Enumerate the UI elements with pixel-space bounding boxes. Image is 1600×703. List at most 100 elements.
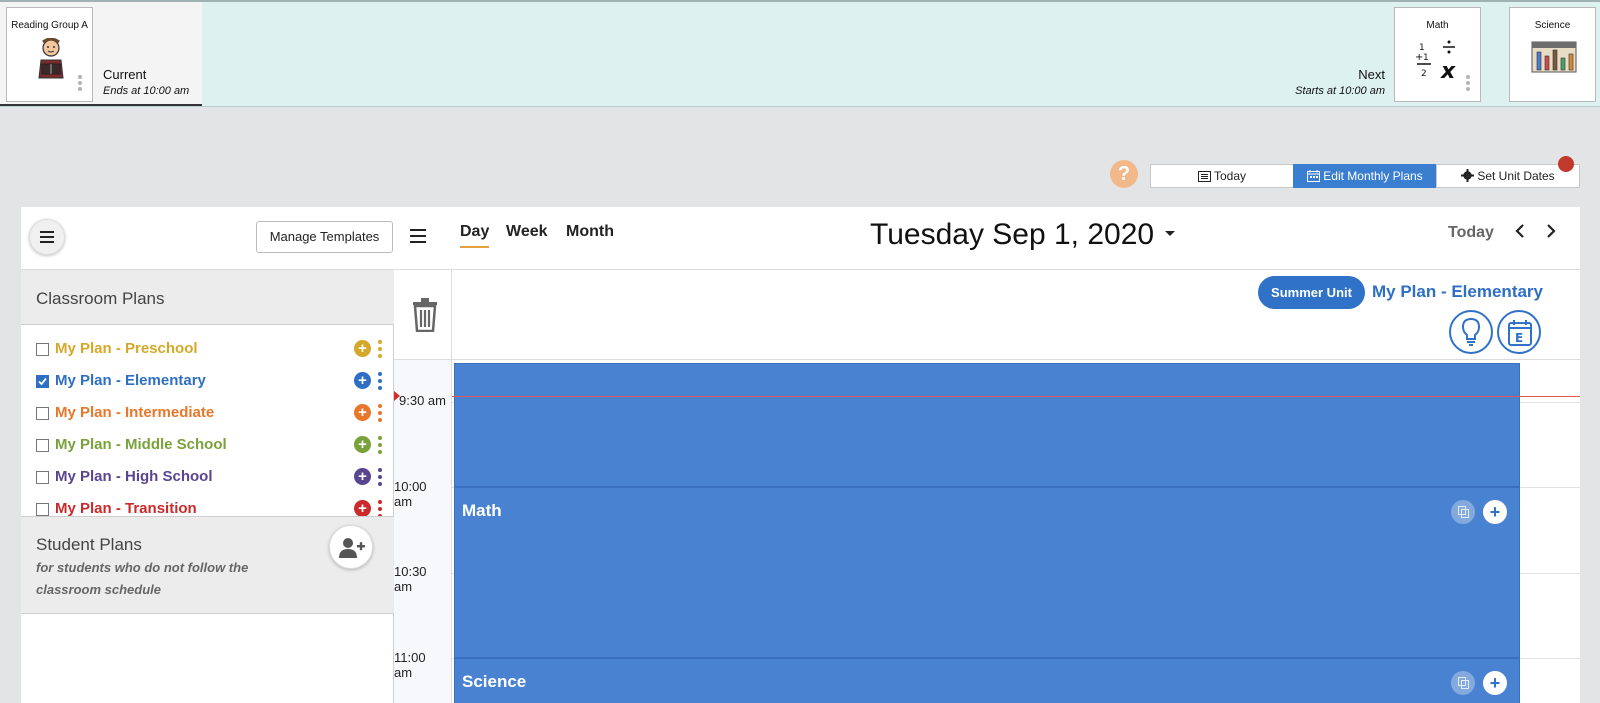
gear-icon [1461, 169, 1475, 182]
calendar-e-icon: E [1508, 320, 1532, 346]
add-plan-activity-icon[interactable]: + [354, 372, 371, 389]
classroom-plans-title: Classroom Plans [36, 289, 165, 308]
time-label: 9:30 am [399, 393, 446, 408]
add-plan-activity-icon[interactable]: + [354, 340, 371, 357]
manage-templates-button[interactable]: Manage Templates [256, 221, 393, 253]
math-symbols-icon: 1 + 1 2 x [1415, 40, 1456, 82]
menu-icon[interactable] [410, 229, 426, 243]
calendar-icon [1307, 170, 1321, 182]
upcoming-card-title: Science [1534, 20, 1571, 31]
current-time-line [452, 396, 1580, 397]
add-plan-activity-icon[interactable]: + [354, 468, 371, 485]
tab-month[interactable]: Month [566, 223, 614, 241]
copy-event-button[interactable] [1451, 671, 1475, 695]
event-title: Science [462, 672, 527, 691]
today-view-button[interactable]: Today [1150, 164, 1294, 188]
plan-options-icon[interactable] [378, 372, 382, 390]
plan-name[interactable]: My Plan - Preschool [55, 340, 198, 357]
list-icon [1197, 171, 1211, 182]
add-user-icon [339, 538, 365, 558]
ideas-button[interactable] [1449, 310, 1493, 354]
current-card-title: Reading Group A [11, 20, 88, 31]
plan-column-header: Summer Unit My Plan - Elementary E [452, 270, 1580, 360]
lightbulb-icon [1462, 318, 1480, 346]
add-plan-activity-icon[interactable]: + [354, 500, 371, 517]
tab-day[interactable]: Day [460, 223, 490, 248]
upcoming-activity-card[interactable]: Science [1509, 7, 1596, 102]
trash-icon [413, 298, 437, 332]
planner-panel: Manage Templates Day Week Month Tuesday … [21, 207, 1580, 703]
current-end-time: Ends at 10:00 am [103, 85, 190, 97]
plan-name[interactable]: My Plan - Elementary [55, 372, 206, 389]
plan-checkbox[interactable] [36, 503, 49, 516]
caret-down-icon[interactable] [1164, 230, 1176, 238]
event-block-reading[interactable] [454, 363, 1520, 487]
time-label: 11:00 am [394, 650, 426, 680]
chevron-left-icon[interactable] [1514, 223, 1526, 239]
plan-row[interactable]: My Plan - Preschool + [36, 338, 382, 360]
plan-row[interactable]: My Plan - High School + [36, 466, 382, 488]
trash-drop-zone[interactable] [394, 270, 452, 360]
current-card-menu[interactable] [78, 75, 82, 95]
edit-monthly-plans-button[interactable]: Edit Monthly Plans [1293, 164, 1437, 188]
chevron-right-icon[interactable] [1545, 223, 1557, 239]
science-lab-icon [1531, 41, 1577, 73]
edit-monthly-plans-label: Edit Monthly Plans [1323, 169, 1423, 183]
next-activity-card[interactable]: Math 1 + 1 2 x [1394, 7, 1481, 102]
plan-name[interactable]: My Plan - Transition [55, 500, 197, 517]
add-activity-button[interactable]: + [1483, 671, 1507, 695]
plan-options-icon[interactable] [378, 436, 382, 454]
set-unit-dates-label: Set Unit Dates [1477, 169, 1555, 183]
event-block-math[interactable]: Math + [454, 487, 1520, 658]
plan-name[interactable]: My Plan - High School [55, 468, 213, 485]
add-student-plan-button[interactable] [329, 525, 373, 569]
add-plan-activity-icon[interactable]: + [354, 404, 371, 421]
event-block-science[interactable]: Science + [454, 658, 1520, 703]
copy-icon [1458, 506, 1469, 518]
current-activity[interactable]: Reading Group A Current Ends at 10:00 am [0, 2, 202, 106]
classroom-plans-header: Classroom Plans [21, 270, 394, 325]
go-today-button[interactable]: Today [1448, 224, 1494, 242]
time-label: 10:30 am [394, 564, 427, 594]
day-grid[interactable]: Math + Science + [452, 360, 1580, 703]
copy-icon [1458, 677, 1469, 689]
reading-person-icon [38, 38, 64, 79]
current-activity-card[interactable]: Reading Group A [6, 7, 93, 102]
plan-checkbox[interactable] [36, 343, 49, 356]
next-card-menu[interactable] [1466, 75, 1470, 95]
plan-name[interactable]: My Plan - Middle School [55, 436, 227, 453]
date-title[interactable]: Tuesday Sep 1, 2020 [870, 218, 1154, 252]
plan-name-label: My Plan - Elementary [1372, 282, 1544, 301]
student-plans-section: Student Plans for students who do not fo… [21, 516, 394, 614]
today-view-label: Today [1213, 169, 1247, 183]
plan-checkbox[interactable] [36, 439, 49, 452]
plan-row[interactable]: My Plan - Intermediate + [36, 402, 382, 424]
plan-name[interactable]: My Plan - Intermediate [55, 404, 214, 421]
calendar-e-glyph: E [1515, 331, 1523, 345]
plan-row[interactable]: My Plan - Middle School + [36, 434, 382, 456]
svg-text:1: 1 [1423, 53, 1429, 63]
sidebar-toggle-button[interactable] [29, 219, 65, 255]
current-label: Current [103, 67, 147, 82]
summer-unit-badge[interactable]: Summer Unit [1258, 276, 1365, 309]
add-plan-activity-icon[interactable]: + [354, 436, 371, 453]
tab-week[interactable]: Week [506, 223, 548, 241]
plan-checkbox[interactable] [36, 375, 49, 388]
plan-options-icon[interactable] [378, 340, 382, 358]
plan-checkbox[interactable] [36, 471, 49, 484]
add-activity-button[interactable]: + [1483, 500, 1507, 524]
plan-options-icon[interactable] [378, 404, 382, 422]
copy-event-button[interactable] [1451, 500, 1475, 524]
student-plans-title: Student Plans [36, 535, 142, 554]
next-card-title: Math [1426, 20, 1449, 31]
plan-calendar-button[interactable]: E [1497, 310, 1541, 354]
svg-text:2: 2 [1421, 69, 1427, 79]
hamburger-icon [40, 231, 54, 243]
plan-options-icon[interactable] [378, 468, 382, 486]
student-plans-subtitle: for students who do not follow the class… [36, 560, 249, 597]
plan-row[interactable]: My Plan - Elementary + [36, 370, 382, 392]
time-gutter: 9:30 am 10:00 am 10:30 am 11:00 am [394, 360, 452, 703]
plan-checkbox[interactable] [36, 407, 49, 420]
help-icon[interactable]: ? [1110, 160, 1138, 188]
plans-sidebar: Classroom Plans My Plan - Preschool + My P… [21, 270, 394, 703]
